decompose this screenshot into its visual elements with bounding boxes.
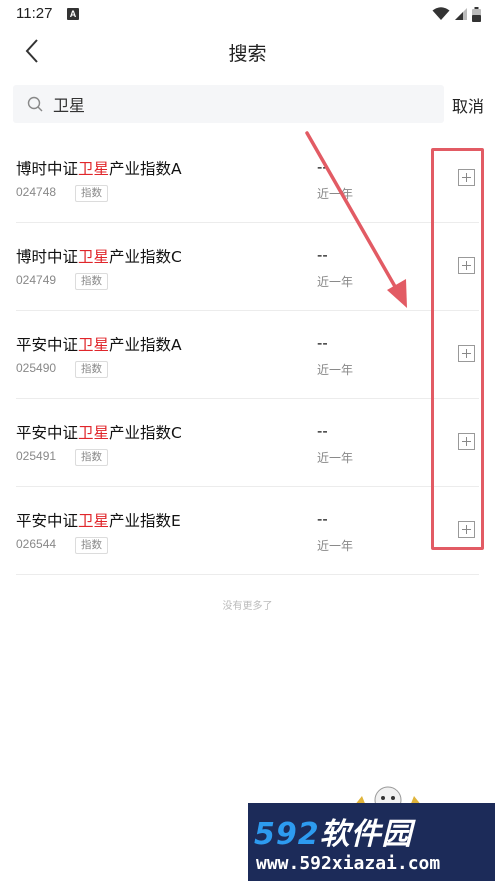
fund-code: 024749 xyxy=(16,273,57,287)
cancel-button[interactable]: 取消 xyxy=(452,93,484,117)
signal-icon xyxy=(455,8,467,20)
fund-tag: 指数 xyxy=(75,537,108,554)
fund-code: 025490 xyxy=(16,361,57,375)
fund-return-period: 近一年 xyxy=(317,187,354,201)
status-bar: 11:27 A xyxy=(0,0,495,30)
result-item[interactable]: 博时中证卫星产业指数A 024748 指数 -- 近一年 xyxy=(16,135,479,223)
fund-code: 026544 xyxy=(16,537,57,551)
add-watchlist-button[interactable] xyxy=(458,345,475,362)
fund-return-value: -- xyxy=(317,423,328,440)
fund-name: 平安中证卫星产业指数C xyxy=(16,424,182,442)
result-list: 博时中证卫星产业指数A 024748 指数 -- 近一年 博时中证卫星产业指数C… xyxy=(16,135,479,575)
fund-name: 博时中证卫星产业指数A xyxy=(16,160,182,178)
status-icons xyxy=(432,6,481,22)
fund-code: 024748 xyxy=(16,185,57,199)
fund-return-value: -- xyxy=(317,159,328,176)
no-more-text: 没有更多了 xyxy=(222,601,273,612)
keyword-highlight: 卫星 xyxy=(78,424,110,442)
nav-bar: 搜索 xyxy=(0,30,495,74)
wifi-icon xyxy=(432,7,450,20)
result-item[interactable]: 平安中证卫星产业指数C 025491 指数 -- 近一年 xyxy=(16,399,479,487)
keyword-highlight: 卫星 xyxy=(78,336,110,354)
fund-name: 博时中证卫星产业指数C xyxy=(16,248,182,266)
fund-name: 平安中证卫星产业指数A xyxy=(16,336,182,354)
search-input[interactable] xyxy=(53,85,433,123)
fund-tag: 指数 xyxy=(75,449,108,466)
fund-tag: 指数 xyxy=(75,361,108,378)
notification-a-icon: A xyxy=(67,8,79,20)
page-title: 搜索 xyxy=(228,43,267,65)
watermark: 592软件园 www.592xiazai.com xyxy=(248,803,495,881)
add-watchlist-button[interactable] xyxy=(458,257,475,274)
fund-tag: 指数 xyxy=(75,185,108,202)
result-item[interactable]: 平安中证卫星产业指数E 026544 指数 -- 近一年 xyxy=(16,487,479,575)
fund-name: 平安中证卫星产业指数E xyxy=(16,512,181,530)
status-time: 11:27 xyxy=(16,5,53,22)
battery-icon xyxy=(472,6,481,22)
keyword-highlight: 卫星 xyxy=(78,160,110,178)
fund-return-value: -- xyxy=(317,511,328,528)
keyword-highlight: 卫星 xyxy=(78,512,110,530)
search-box[interactable] xyxy=(13,85,444,123)
keyword-highlight: 卫星 xyxy=(78,248,110,266)
fund-return-period: 近一年 xyxy=(317,451,354,465)
add-watchlist-button[interactable] xyxy=(458,433,475,450)
add-watchlist-button[interactable] xyxy=(458,521,475,538)
fund-return-value: -- xyxy=(317,247,328,264)
watermark-brand: 592软件园 xyxy=(254,817,413,852)
fund-return-period: 近一年 xyxy=(317,275,354,289)
fund-code: 025491 xyxy=(16,449,57,463)
watermark-url: www.592xiazai.com xyxy=(256,853,441,874)
fund-return-value: -- xyxy=(317,335,328,352)
add-watchlist-button[interactable] xyxy=(458,169,475,186)
result-item[interactable]: 平安中证卫星产业指数A 025490 指数 -- 近一年 xyxy=(16,311,479,399)
search-icon xyxy=(27,96,43,112)
search-row: 取消 xyxy=(0,85,495,125)
fund-tag: 指数 xyxy=(75,273,108,290)
result-item[interactable]: 博时中证卫星产业指数C 024749 指数 -- 近一年 xyxy=(16,223,479,311)
fund-return-period: 近一年 xyxy=(317,363,354,377)
fund-return-period: 近一年 xyxy=(317,539,354,553)
